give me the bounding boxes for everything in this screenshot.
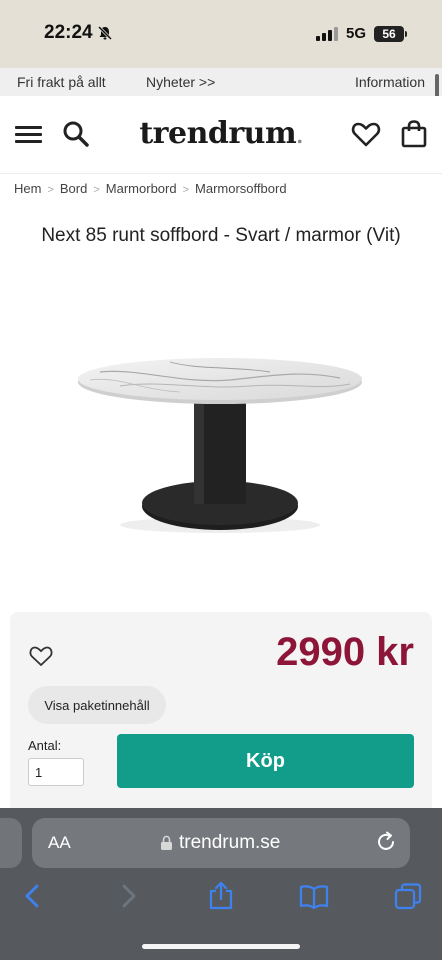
status-indicators: 5G 56 <box>315 25 407 42</box>
share-icon[interactable] <box>205 880 237 912</box>
heart-icon[interactable] <box>350 118 382 150</box>
url-text: trendrum.se <box>179 832 281 853</box>
clock: 22:24 <box>44 22 93 43</box>
breadcrumb-home[interactable]: Hem <box>14 181 41 196</box>
breadcrumb-bord[interactable]: Bord <box>60 181 87 196</box>
reload-icon[interactable] <box>374 830 398 854</box>
back-icon[interactable] <box>17 880 49 912</box>
status-time: 22:24 <box>44 22 113 44</box>
text-size-button[interactable]: AA <box>48 833 71 853</box>
info-bar: Fri frakt på allt Nyheter >> Information <box>0 68 442 96</box>
free-shipping-link[interactable]: Fri frakt på allt <box>17 74 106 90</box>
forward-icon[interactable] <box>112 880 144 912</box>
logo-dot: . <box>296 124 303 148</box>
package-contents-button[interactable]: Visa paketinnehåll <box>28 686 166 724</box>
battery-level: 56 <box>382 26 396 41</box>
url-display[interactable]: trendrum.se <box>160 832 280 854</box>
home-indicator[interactable] <box>142 944 300 949</box>
breadcrumb-separator: > <box>47 184 54 196</box>
quantity-label: Antal: <box>28 738 62 753</box>
bell-muted-icon <box>97 25 112 41</box>
battery-icon: 56 <box>374 25 407 42</box>
page: 22:24 5G 56 Fri frakt på allt Nyheter >>… <box>0 0 442 960</box>
quantity-input[interactable]: 1 <box>28 758 84 786</box>
site-header: trendrum. <box>0 96 442 174</box>
signal-icon <box>315 26 338 41</box>
breadcrumb: Hem > Bord > Marmorbord > Marmorsoffbord <box>14 181 287 196</box>
breadcrumb-marmorsoffbord[interactable]: Marmorsoffbord <box>195 181 287 196</box>
shopping-bag-icon[interactable] <box>398 118 430 150</box>
logo-text: trendrum <box>139 116 297 151</box>
previous-tab-preview[interactable] <box>0 818 22 868</box>
status-bar: 22:24 5G 56 <box>0 0 442 68</box>
wishlist-heart-icon[interactable] <box>28 644 54 668</box>
product-title: Next 85 runt soffbord - Svart / marmor (… <box>41 225 401 246</box>
breadcrumb-separator: > <box>182 184 190 196</box>
buy-button[interactable]: Köp <box>117 734 414 788</box>
information-link[interactable]: Information <box>355 74 425 90</box>
lock-icon <box>161 835 172 850</box>
bookmarks-icon[interactable] <box>298 880 330 912</box>
product-image[interactable] <box>60 310 380 560</box>
tabs-icon[interactable] <box>392 880 424 912</box>
product-price: 2990 kr <box>276 630 414 674</box>
network-type: 5G <box>345 25 366 42</box>
breadcrumb-separator: > <box>93 184 100 196</box>
breadcrumb-marmorbord[interactable]: Marmorbord <box>106 181 177 196</box>
news-link[interactable]: Nyheter >> <box>146 74 215 90</box>
